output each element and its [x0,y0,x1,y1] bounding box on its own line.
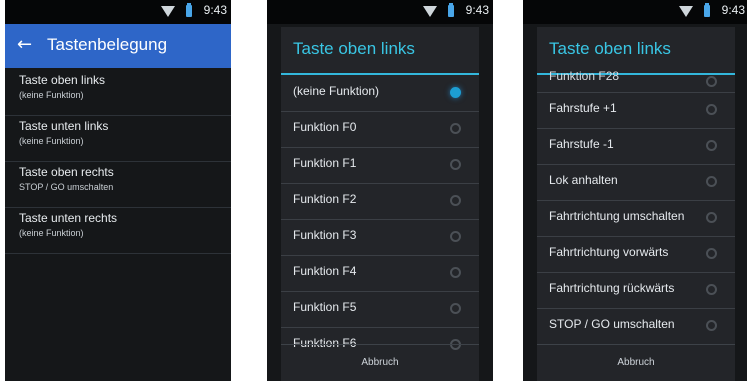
item-title: Taste unten links [19,119,109,133]
option-label: Funktion F1 [293,156,357,170]
radio-selected-icon[interactable] [450,87,461,98]
radio-icon[interactable] [450,303,461,314]
option-item[interactable]: Funktion F3 [281,220,479,256]
option-item[interactable]: Fahrstufe +1 [537,93,735,129]
option-label: Fahrtrichtung rückwärts [549,281,675,295]
item-title: Taste unten rechts [19,211,118,225]
status-bar: 9:43 [5,0,231,24]
option-label: Fahrstufe +1 [549,101,617,115]
option-item[interactable]: Funktion F4 [281,256,479,292]
battery-icon [704,3,710,17]
phone-screen-1: 9:43 ← Tastenbelegung Taste oben links (… [5,0,231,381]
option-item[interactable]: Fahrtrichtung rückwärts [537,273,735,309]
status-time: 9:43 [721,3,745,17]
list-item[interactable]: Taste oben rechts STOP / GO umschalten [5,162,231,208]
back-arrow-icon[interactable]: ← [17,35,32,55]
option-list: Funktion F28 Fahrstufe +1 Fahrstufe -1 L… [537,69,735,344]
function-dialog: Taste oben links Funktion F28 Fahrstufe … [537,27,735,381]
wifi-icon [423,6,437,17]
status-time: 9:43 [465,3,489,17]
option-item[interactable]: Fahrtrichtung vorwärts [537,237,735,273]
wifi-icon [161,6,175,17]
option-label: Funktion F3 [293,228,357,242]
status-bar: 9:43 [267,0,493,24]
wifi-icon [679,6,693,17]
list-item[interactable]: Taste unten rechts (keine Funktion) [5,208,231,254]
settings-list: Taste oben links (keine Funktion) Taste … [5,70,231,254]
option-label: Fahrtrichtung umschalten [549,209,685,223]
option-item[interactable]: STOP / GO umschalten [537,309,735,344]
page-title: Tastenbelegung [47,35,168,54]
option-label: Fahrstufe -1 [549,137,614,151]
item-title: Taste oben links [19,73,106,87]
dialog-title: Taste oben links [549,39,671,58]
radio-icon[interactable] [706,320,717,331]
function-dialog: Taste oben links (keine Funktion) Funkti… [281,27,479,381]
option-item[interactable]: Funktion F5 [281,292,479,328]
option-label: Fahrtrichtung vorwärts [549,245,669,259]
radio-icon[interactable] [450,267,461,278]
option-label: Funktion F2 [293,192,357,206]
status-bar: 9:43 [523,0,747,24]
option-label: Funktion F0 [293,120,357,134]
option-label: Funktion F28 [549,69,620,83]
battery-icon [186,3,192,17]
app-bar: ← Tastenbelegung [5,24,231,68]
option-label: Lok anhalten [549,173,618,187]
dialog-divider [281,73,479,75]
option-label: Funktion F4 [293,264,357,278]
radio-icon[interactable] [706,248,717,259]
option-item[interactable]: (keine Funktion) [281,76,479,112]
radio-icon[interactable] [450,123,461,134]
phone-screen-2: 9:43 Taste oben links (keine Funktion) F… [267,0,493,381]
radio-icon[interactable] [706,104,717,115]
item-subtitle: STOP / GO umschalten [19,182,114,192]
list-item[interactable]: Taste unten links (keine Funktion) [5,116,231,162]
radio-icon[interactable] [450,231,461,242]
option-item[interactable]: Funktion F2 [281,184,479,220]
option-label: Funktion F5 [293,300,357,314]
radio-icon[interactable] [450,195,461,206]
item-subtitle: (keine Funktion) [19,136,84,146]
option-item[interactable]: Fahrtrichtung umschalten [537,201,735,237]
radio-icon[interactable] [706,176,717,187]
battery-icon [448,3,454,17]
option-item[interactable]: Lok anhalten [537,165,735,201]
radio-icon[interactable] [706,212,717,223]
radio-icon[interactable] [706,284,717,295]
item-title: Taste oben rechts [19,165,114,179]
item-subtitle: (keine Funktion) [19,90,84,100]
cancel-button[interactable]: Abbruch [537,344,735,381]
list-item[interactable]: Taste oben links (keine Funktion) [5,70,231,116]
item-subtitle: (keine Funktion) [19,228,84,238]
option-list: (keine Funktion) Funktion F0 Funktion F1… [281,76,479,363]
option-item[interactable]: Funktion F28 [537,69,735,93]
status-time: 9:43 [203,3,227,17]
phone-screen-3: 9:43 Taste oben links Funktion F28 Fahrs… [523,0,747,381]
option-item[interactable]: Funktion F1 [281,148,479,184]
option-item[interactable]: Funktion F0 [281,112,479,148]
radio-icon[interactable] [450,159,461,170]
cancel-button[interactable]: Abbruch [281,344,479,381]
option-label: STOP / GO umschalten [549,317,675,331]
radio-icon[interactable] [706,76,717,87]
option-label: (keine Funktion) [293,84,380,98]
option-item[interactable]: Fahrstufe -1 [537,129,735,165]
radio-icon[interactable] [706,140,717,151]
dialog-title: Taste oben links [293,39,415,58]
